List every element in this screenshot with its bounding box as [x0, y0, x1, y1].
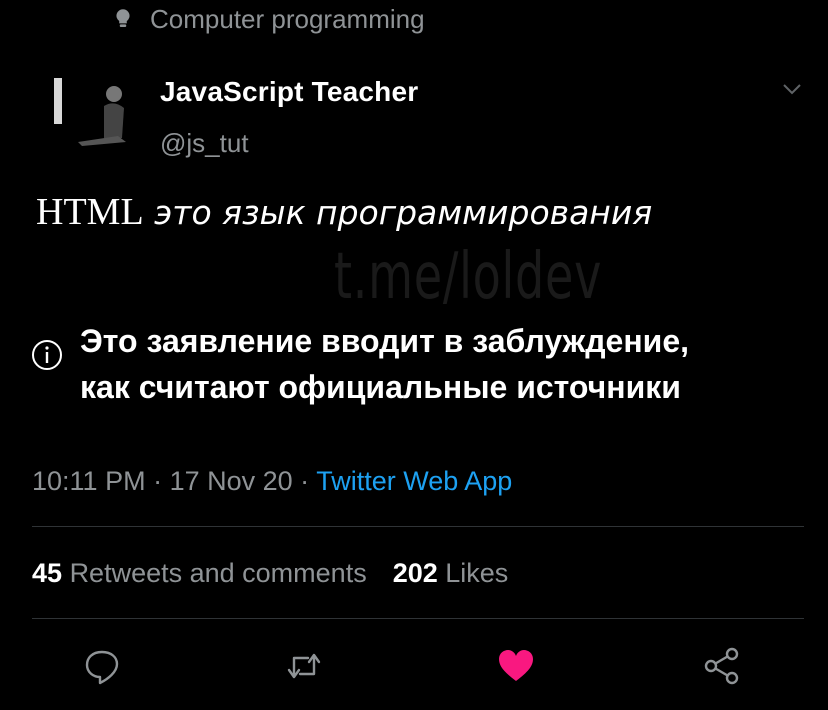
- lightbulb-icon: [116, 9, 130, 28]
- retweets-count: 45: [32, 558, 63, 588]
- retweets-label: Retweets and comments: [69, 558, 367, 588]
- reply-icon[interactable]: [82, 646, 122, 686]
- engagement-stats: 45 Retweets and comments 202 Likes: [32, 558, 508, 589]
- topic-label: Computer programming: [150, 3, 425, 34]
- notice-text: Это заявление вводит в заблуждение, как …: [80, 318, 689, 410]
- notice-line-1: Это заявление вводит в заблуждение,: [80, 323, 690, 359]
- tweet-meta: 10:11 PM · 17 Nov 20 · Twitter Web App: [32, 466, 512, 497]
- share-icon[interactable]: [702, 646, 742, 686]
- tweet-time[interactable]: 10:11 PM: [32, 466, 146, 496]
- author-handle[interactable]: @js_tut: [160, 128, 249, 159]
- avatar[interactable]: [48, 72, 138, 162]
- chevron-down-icon[interactable]: [782, 82, 802, 96]
- tweet-text: HTML это язык программирования: [36, 190, 652, 234]
- topic-header[interactable]: Computer programming: [110, 2, 425, 36]
- heart-icon[interactable]: [496, 646, 536, 686]
- notice-line-2: как считают официальные источники: [80, 369, 681, 405]
- retweets-stat[interactable]: 45 Retweets and comments: [32, 558, 367, 588]
- meta-separator: ·: [145, 466, 170, 496]
- tweet-date[interactable]: 17 Nov 20: [170, 466, 293, 496]
- watermark: t.me/loldev: [334, 240, 603, 314]
- divider: [32, 526, 804, 527]
- avatar-image: [48, 72, 138, 162]
- divider: [32, 618, 804, 619]
- tweet-text-rest: это язык программирования: [143, 193, 653, 232]
- likes-stat[interactable]: 202 Likes: [393, 558, 509, 588]
- likes-label: Likes: [445, 558, 509, 588]
- likes-count: 202: [392, 558, 438, 588]
- meta-separator: ·: [292, 466, 317, 496]
- tweet-text-html: HTML: [36, 191, 144, 233]
- author-name[interactable]: JavaScript Teacher: [160, 76, 418, 108]
- retweet-icon[interactable]: [284, 646, 324, 686]
- source-app-link[interactable]: Twitter Web App: [316, 466, 512, 496]
- info-icon: [32, 340, 62, 370]
